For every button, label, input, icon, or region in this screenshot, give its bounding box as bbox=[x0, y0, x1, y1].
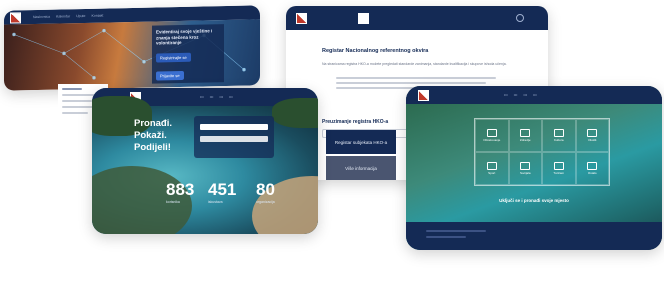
coat-of-arms-icon bbox=[10, 11, 21, 24]
category-icon bbox=[486, 162, 497, 170]
nav-item[interactable]: ••• bbox=[219, 95, 223, 99]
tagline: Uključi se i pronađi svoje mjesto bbox=[499, 198, 569, 203]
website-preview-4: ••• ••• ••• ••• Obrazovanje Zdravlje Kul… bbox=[406, 86, 662, 250]
nav-item[interactable]: ••• bbox=[514, 93, 518, 97]
bullet-line bbox=[336, 77, 496, 79]
tile-label: Zdravlje bbox=[519, 138, 531, 142]
page-title: Registar Nacionalnog referentnog okvira bbox=[322, 48, 429, 54]
subject-register-button[interactable]: Registar subjekata HKO-a bbox=[326, 130, 396, 154]
coat-of-arms-icon bbox=[418, 89, 429, 101]
website-preview-1: Naslovnica Kalendar Upute Kontakt Eviden… bbox=[4, 5, 260, 91]
list-line bbox=[62, 100, 92, 102]
stat-label: korisnika bbox=[166, 200, 180, 204]
tile-label: Obrazovanje bbox=[483, 138, 501, 142]
hero-banner: Evidentiraj svoje vještine i znanja steč… bbox=[4, 19, 260, 91]
site-header: ••• ••• ••• ••• bbox=[406, 86, 662, 104]
main-nav: Naslovnica Kalendar Upute Kontakt bbox=[33, 14, 103, 19]
search-icon[interactable] bbox=[516, 14, 524, 22]
more-info-button[interactable]: Više informacija bbox=[326, 156, 396, 180]
nav-item[interactable]: Kontakt bbox=[91, 14, 103, 18]
website-preview-3: ••• ••• ••• ••• Pronađi. Pokaži. Podijel… bbox=[92, 88, 318, 234]
location-input[interactable] bbox=[200, 136, 268, 142]
category-tile[interactable]: Obrazovanje bbox=[475, 119, 509, 152]
list-heading-line bbox=[62, 88, 82, 90]
site-header bbox=[286, 6, 548, 30]
nav-item[interactable]: ••• bbox=[504, 93, 508, 97]
intro-paragraph: Na stranicama registra HKO-a možete preg… bbox=[322, 62, 507, 66]
nav-item[interactable]: Kalendar bbox=[56, 14, 70, 18]
nav-item[interactable]: ••• bbox=[533, 93, 537, 97]
tile-label: Kultura bbox=[553, 138, 564, 142]
bullet-line bbox=[336, 82, 486, 84]
category-tile[interactable]: Socijala bbox=[508, 152, 542, 185]
stat-value: 883 bbox=[166, 180, 195, 199]
list-line bbox=[62, 112, 88, 114]
nav-item[interactable]: ••• bbox=[229, 95, 233, 99]
hero-title: Evidentiraj svoje vještine i znanja steč… bbox=[156, 28, 213, 46]
tile-label: Ostalo bbox=[587, 171, 597, 175]
register-button[interactable]: Registrirajte se bbox=[156, 52, 191, 62]
nav-item[interactable]: Upute bbox=[76, 14, 85, 18]
category-icon bbox=[553, 162, 564, 170]
stat-label: organizacija bbox=[256, 200, 275, 204]
category-icon bbox=[587, 129, 598, 137]
hero-slogan: Pronađi. Pokaži. Podijeli! bbox=[134, 118, 172, 154]
slogan-line: Pokaži. bbox=[134, 130, 167, 141]
footer-line bbox=[426, 236, 466, 238]
slogan-line: Podijeli! bbox=[134, 142, 171, 153]
site-footer bbox=[406, 222, 662, 250]
nav-item[interactable]: ••• bbox=[200, 95, 204, 99]
category-grid: Obrazovanje Zdravlje Kultura Okoliš Spor… bbox=[474, 118, 610, 186]
category-icon bbox=[587, 162, 598, 170]
search-input[interactable] bbox=[200, 124, 268, 130]
nav-item[interactable]: ••• bbox=[523, 93, 527, 97]
nav-item[interactable]: Naslovnica bbox=[33, 15, 50, 19]
category-icon bbox=[486, 129, 497, 137]
category-tile[interactable]: Turizam bbox=[542, 152, 576, 185]
category-tile[interactable]: Sport bbox=[475, 152, 509, 185]
hero-box: Evidentiraj svoje vještine i znanja steč… bbox=[152, 24, 224, 84]
stat-label: iskustava bbox=[208, 200, 223, 204]
main-nav: ••• ••• ••• ••• bbox=[504, 93, 537, 97]
tile-label: Socijala bbox=[519, 171, 531, 175]
tile-label: Sport bbox=[488, 171, 496, 175]
category-icon bbox=[520, 129, 531, 137]
forest-shape bbox=[272, 98, 318, 128]
nav-item[interactable]: ••• bbox=[210, 95, 214, 99]
tile-label: Okoliš bbox=[588, 138, 597, 142]
category-icon bbox=[553, 129, 564, 137]
category-tile[interactable]: Okoliš bbox=[575, 119, 609, 152]
category-tile[interactable]: Kultura bbox=[542, 119, 576, 152]
search-panel bbox=[194, 116, 274, 158]
stat-value: 451 bbox=[208, 180, 237, 199]
tile-label: Turizam bbox=[553, 171, 565, 175]
login-button[interactable]: Prijavite se bbox=[156, 70, 184, 80]
stat-value: 80 bbox=[256, 180, 275, 199]
slogan-line: Pronađi. bbox=[134, 118, 173, 129]
partner-logo-icon bbox=[358, 12, 369, 24]
main-nav: ••• ••• ••• ••• bbox=[200, 95, 233, 99]
category-tile[interactable]: Zdravlje bbox=[508, 119, 542, 152]
category-tile[interactable]: Ostalo bbox=[575, 152, 609, 185]
footer-line bbox=[426, 230, 486, 232]
coat-of-arms-icon bbox=[296, 12, 307, 24]
category-icon bbox=[520, 162, 531, 170]
